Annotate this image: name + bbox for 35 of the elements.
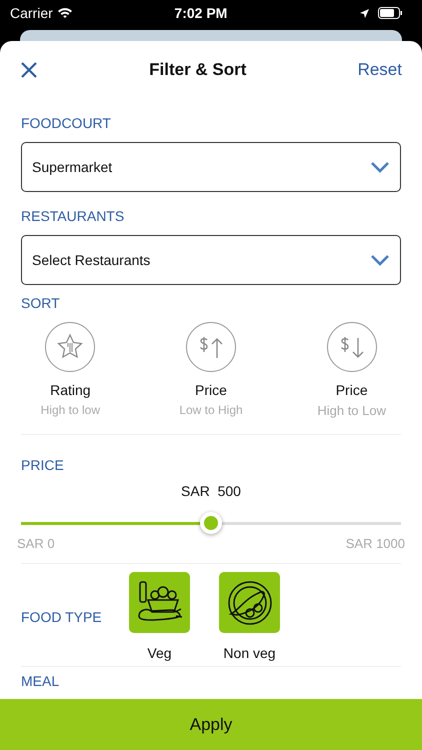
section-label: RESTAURANTS: [21, 207, 126, 226]
chevron-down-icon: [370, 161, 390, 173]
food-type-label: Non veg: [223, 644, 276, 663]
carrier-label: Carrier: [10, 4, 53, 22]
apply-button[interactable]: Apply: [0, 699, 422, 750]
section-label: SORT: [21, 294, 61, 313]
section-label: MEAL: [21, 672, 60, 691]
sort-option-button[interactable]: [45, 322, 96, 372]
sort-option-button[interactable]: [186, 322, 236, 372]
food-type-label: Veg: [147, 644, 172, 663]
section-label: FOODCOURT: [21, 114, 112, 133]
sort-option-title: Price: [336, 381, 368, 400]
price-min-label: SAR 0: [17, 534, 55, 552]
clock-time: 7:02 PM: [174, 4, 228, 20]
wifi-icon: [56, 7, 73, 19]
sort-option-subtitle: High to low: [40, 402, 100, 419]
battery-icon: [378, 7, 402, 19]
price-reading: SAR 500: [181, 482, 241, 498]
sort-option-title: Rating: [50, 381, 91, 400]
close-button[interactable]: [20, 61, 38, 79]
section-label: FOOD TYPE: [21, 608, 103, 627]
sort-option-subtitle: Low to High: [179, 402, 243, 419]
location-arrow-icon: [359, 8, 370, 18]
sheet-title: Filter & Sort: [149, 60, 246, 80]
reset-button[interactable]: Reset: [358, 57, 402, 83]
chevron-down-icon: [370, 254, 390, 266]
sort-option-title: Price: [195, 381, 227, 400]
sort-option-button[interactable]: [326, 322, 377, 372]
section-label: PRICE: [21, 456, 65, 474]
food-type-tile[interactable]: [129, 572, 190, 633]
foodcourt-dropdown[interactable]: Supermarket: [21, 142, 401, 192]
food-type-tile[interactable]: [219, 572, 280, 633]
sort-option-subtitle: High to Low: [317, 402, 386, 420]
price-max-label: SAR 1000: [346, 534, 405, 552]
restaurants-dropdown[interactable]: Select Restaurants: [21, 235, 401, 285]
